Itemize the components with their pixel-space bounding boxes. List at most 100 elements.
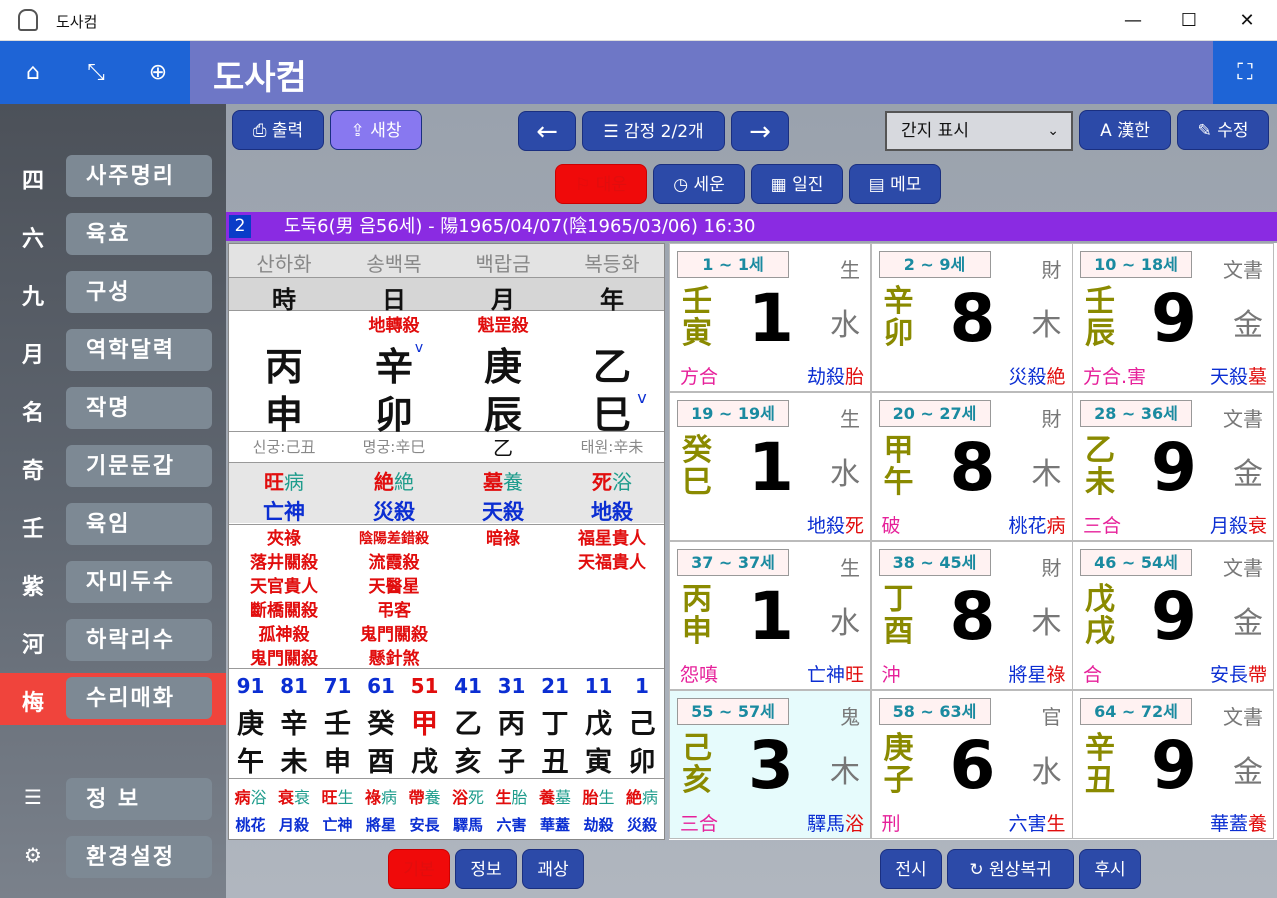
state-b: 養 [424, 788, 441, 807]
sidebar-item-1[interactable]: 六 육효 [0, 209, 226, 261]
sidebar-item-7[interactable]: 紫 자미두수 [0, 557, 226, 609]
maximize-button[interactable]: ☐ [1174, 8, 1204, 34]
daeun-cell[interactable]: 38 ~ 45세 財丁酉 8 木沖將星祿 [870, 541, 1073, 690]
sidebar-item-4[interactable]: 名 작명 [0, 383, 226, 435]
sidebar-item-9[interactable]: 梅 수리매화 [0, 673, 226, 725]
row-separator [229, 462, 664, 463]
hanja-button[interactable]: A 漢한 [1079, 110, 1171, 150]
six-relation: 財 [1041, 556, 1062, 580]
daeun-cell[interactable]: 20 ~ 27세 財甲午 8 木破桃花病 [870, 392, 1073, 541]
edit-button[interactable]: ✎ 수정 [1177, 110, 1269, 150]
tab-daeun[interactable]: ⚐ 대운 [555, 164, 647, 204]
print-button[interactable]: ⎙ 출력 [232, 110, 324, 150]
ganzhi-branch: 丑 [1085, 763, 1115, 798]
daeun-cell[interactable]: 55 ~ 57세 鬼己亥 3 木三合 驛馬浴 [669, 690, 871, 839]
six-relation: 財 [1041, 407, 1062, 431]
pillar-shinsal-top: 地轉殺 [368, 316, 420, 336]
reset-button[interactable]: ↻ 원상복귀 [947, 849, 1074, 889]
daeun-stem: 辛 [280, 709, 308, 740]
daeun-sal: 災殺 [626, 816, 657, 834]
gung-cell: 乙 [493, 436, 513, 460]
sal-label: 月殺衰 [1210, 511, 1267, 538]
new-window-button[interactable]: ⇪ 새창 [330, 110, 422, 150]
fullscreen-icon[interactable]: ⛶ [1230, 58, 1260, 88]
daeun-cell[interactable]: 1 ~ 1세 生壬寅 1 水方合 劫殺胎 [669, 243, 871, 392]
daeun-sal: 華蓋 [539, 816, 570, 834]
ganzhi: 甲午 [884, 435, 914, 499]
state-b: 浴 [612, 470, 632, 494]
sal-label: 華蓋養 [1210, 809, 1267, 836]
element: 金 [1233, 457, 1263, 492]
sidebar-item-0[interactable]: 四 사주명리 [0, 151, 226, 203]
tab-ilji[interactable]: ▦ 일진 [751, 164, 843, 204]
ganzhi: 辛丑 [1085, 733, 1115, 797]
relation-label: 破 [881, 515, 901, 537]
next-time-button[interactable]: 후시 [1079, 849, 1141, 889]
daeun-stem: 戊 [585, 709, 612, 740]
close-button[interactable]: ✕ [1232, 8, 1262, 34]
app-title: 도사컴 [213, 58, 307, 98]
info-button[interactable]: 정보 [455, 849, 517, 889]
element: 水 [830, 457, 860, 492]
ganzhi-branch: 子 [883, 763, 914, 798]
state-b: 病 [642, 788, 659, 807]
sidebar-item-label: 역학달력 [66, 329, 212, 371]
daeun-sal: 劫殺 [583, 816, 614, 834]
chevron-down-icon: ⌄ [1047, 123, 1059, 139]
daeun-cell[interactable]: 28 ~ 36세 文書乙未 9 金三合 月殺衰 [1072, 392, 1274, 541]
list-button[interactable]: ☰ 감정 2/2개 [582, 111, 725, 151]
basic-button[interactable]: 기본 [388, 849, 450, 889]
sidebar-item-6[interactable]: 壬 육임 [0, 499, 226, 551]
daeun-cell[interactable]: 64 ~ 72세 文書辛丑 9 金華蓋養 [1072, 690, 1274, 839]
daeun-stem: 癸 [367, 709, 395, 740]
home-icon[interactable]: ⌂ [18, 58, 48, 88]
ganji-select[interactable]: 간지 표시 ⌄ [885, 111, 1073, 151]
sidebar-bottom-item-0[interactable]: ☰ 정 보 [0, 777, 226, 821]
gua-number: 9 [1151, 578, 1197, 655]
state-b: 生 [598, 788, 615, 807]
state-name: 絶 [1046, 366, 1066, 388]
element: 金 [1233, 308, 1263, 343]
shrink-icon[interactable]: ⤡ [81, 58, 111, 88]
edit-icon: ✎ [1197, 121, 1218, 141]
daeun-cell[interactable]: 19 ~ 19세 生癸巳 1 水地殺死 [669, 392, 871, 541]
tab-memo[interactable]: ▤ 메모 [849, 164, 941, 204]
prev-time-button[interactable]: 전시 [880, 849, 942, 889]
sal-name: 亡神 [806, 664, 845, 686]
daeun-cell[interactable]: 37 ~ 37세 生丙申 1 水怨嗔 亡神旺 [669, 541, 871, 690]
daeun-cell[interactable]: 10 ~ 18세 文書壬辰 9 金方合.害 天殺墓 [1072, 243, 1274, 392]
state-name: 浴 [844, 813, 864, 835]
daeun-age: 51 [410, 674, 439, 698]
ganzhi-branch: 未 [1085, 465, 1115, 500]
gwae-button[interactable]: 괘상 [522, 849, 584, 889]
sidebar-bottom-item-1[interactable]: ⚙ 환경설정 [0, 835, 226, 879]
age-range: 20 ~ 27세 [878, 400, 991, 427]
sidebar-item-2[interactable]: 九 구성 [0, 267, 226, 319]
sidebar-bottom-label: 정 보 [66, 778, 212, 820]
gua-number: 8 [949, 578, 996, 655]
sidebar-item-8[interactable]: 河 하락리수 [0, 615, 226, 667]
nabeum-cell: 백랍금 [475, 252, 531, 276]
relation-label: 沖 [881, 664, 901, 686]
minimize-button[interactable]: — [1118, 8, 1148, 34]
next-button[interactable]: → [731, 111, 789, 151]
daeun-branch: 卯 [628, 747, 656, 778]
daeun-cell[interactable]: 46 ~ 54세 文書戊戌 9 金合 安長帶 [1072, 541, 1274, 690]
ganzhi: 癸巳 [682, 435, 712, 499]
shinsal-item: 陰陽差錯殺 [359, 531, 429, 547]
zoom-in-icon[interactable]: ⊕ [143, 58, 173, 88]
sidebar-item-3[interactable]: 月 역학달력 [0, 325, 226, 377]
ganzhi: 壬辰 [1085, 286, 1115, 350]
title-bar: 도사컴 — ☐ ✕ [0, 0, 1277, 41]
daeun-cell[interactable]: 2 ~ 9세 財辛卯 8 木災殺絶 [870, 243, 1073, 392]
sidebar-item-5[interactable]: 奇 기문둔갑 [0, 441, 226, 493]
state-name: 病 [1046, 515, 1066, 537]
prev-button[interactable]: ← [518, 111, 576, 151]
state-a: 絶 [374, 470, 394, 494]
six-relation: 文書 [1223, 258, 1263, 282]
relation-label: 刑 [881, 813, 901, 835]
daeun-cell[interactable]: 58 ~ 63세 官庚子 6 水刑六害生 [870, 690, 1073, 839]
daeun-sal: 將星 [365, 816, 396, 834]
element: 木 [1031, 606, 1062, 641]
tab-seun[interactable]: ◷ 세운 [653, 164, 745, 204]
